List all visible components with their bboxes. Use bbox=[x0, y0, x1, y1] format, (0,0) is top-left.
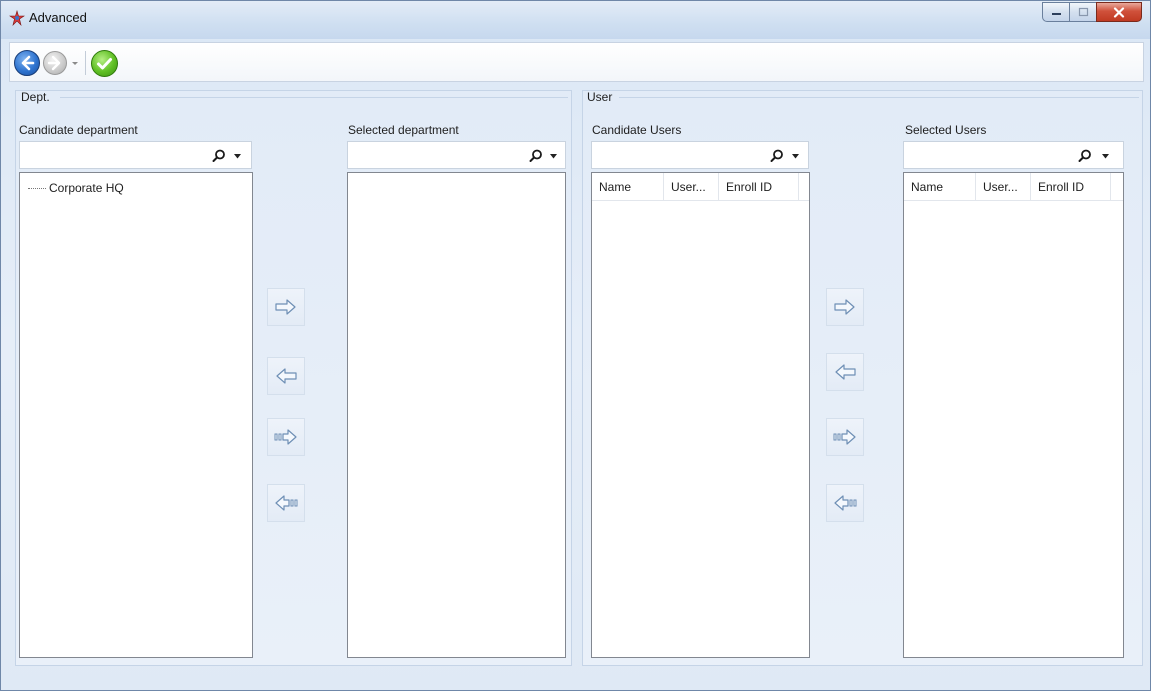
user-group-title: User bbox=[587, 90, 613, 104]
user-group: User Candidate Users Name User... Enroll… bbox=[582, 90, 1143, 666]
selected-department-search bbox=[347, 141, 566, 169]
double-arrow-left-icon bbox=[275, 495, 298, 511]
move-all-left-button[interactable] bbox=[267, 484, 305, 522]
title-bar[interactable]: Advanced bbox=[1, 1, 1150, 39]
candidate-users-grid[interactable]: Name User... Enroll ID bbox=[591, 172, 810, 658]
search-icon[interactable] bbox=[528, 148, 544, 164]
chevron-down-icon[interactable] bbox=[792, 154, 799, 159]
move-left-button[interactable] bbox=[267, 357, 305, 395]
selected-users-label: Selected Users bbox=[905, 123, 987, 137]
candidate-department-search bbox=[19, 141, 252, 169]
toolbar-separator bbox=[85, 51, 86, 75]
chevron-down-icon[interactable] bbox=[234, 154, 241, 159]
maximize-button[interactable] bbox=[1069, 2, 1096, 22]
search-icon[interactable] bbox=[211, 148, 227, 164]
close-icon bbox=[1113, 6, 1125, 18]
candidate-department-label: Candidate department bbox=[19, 123, 138, 137]
column-header-enroll-id[interactable]: Enroll ID bbox=[719, 173, 799, 201]
selected-users-grid[interactable]: Name User... Enroll ID bbox=[903, 172, 1124, 658]
double-arrow-left-icon bbox=[834, 495, 857, 511]
dept-group-title: Dept. bbox=[21, 90, 50, 104]
group-divider bbox=[619, 97, 1139, 98]
move-left-button[interactable] bbox=[826, 353, 864, 391]
tree-item-corporate-hq[interactable]: Corporate HQ bbox=[28, 181, 124, 195]
column-header-name[interactable]: Name bbox=[904, 173, 976, 201]
candidate-users-search-input[interactable] bbox=[594, 144, 754, 166]
double-arrow-right-icon bbox=[833, 429, 856, 445]
forward-button[interactable] bbox=[43, 51, 67, 75]
history-dropdown-icon[interactable] bbox=[70, 56, 80, 70]
close-button[interactable] bbox=[1096, 2, 1142, 22]
move-all-left-button[interactable] bbox=[826, 484, 864, 522]
candidate-users-label: Candidate Users bbox=[592, 123, 682, 137]
column-header-user[interactable]: User... bbox=[664, 173, 719, 201]
move-right-button[interactable] bbox=[826, 288, 864, 326]
app-icon bbox=[9, 10, 25, 26]
candidate-department-search-input[interactable] bbox=[22, 144, 192, 166]
selected-users-grid-header: Name User... Enroll ID bbox=[904, 173, 1123, 201]
move-all-right-button[interactable] bbox=[267, 418, 305, 456]
chevron-down-icon[interactable] bbox=[1102, 154, 1109, 159]
search-icon[interactable] bbox=[1077, 148, 1093, 164]
tree-connector bbox=[28, 187, 46, 189]
column-header-enroll-id[interactable]: Enroll ID bbox=[1031, 173, 1111, 201]
window-controls bbox=[1042, 2, 1142, 22]
arrow-left-icon bbox=[835, 364, 856, 380]
candidate-department-tree[interactable]: Corporate HQ bbox=[19, 172, 253, 658]
selected-department-list[interactable] bbox=[347, 172, 566, 658]
forward-arrow-icon bbox=[47, 55, 61, 71]
chevron-down-icon[interactable] bbox=[550, 154, 557, 159]
candidate-users-grid-header: Name User... Enroll ID bbox=[592, 173, 809, 201]
back-arrow-icon bbox=[21, 55, 35, 71]
selected-users-search-input[interactable] bbox=[906, 144, 1066, 166]
candidate-users-search bbox=[591, 141, 809, 169]
selected-department-label: Selected department bbox=[348, 123, 459, 137]
maximize-icon bbox=[1078, 7, 1088, 17]
minimize-icon bbox=[1051, 13, 1061, 15]
group-divider bbox=[60, 97, 568, 98]
back-button[interactable] bbox=[14, 50, 40, 76]
checkmark-icon bbox=[97, 58, 112, 70]
arrow-right-icon bbox=[834, 299, 855, 315]
move-right-button[interactable] bbox=[267, 288, 305, 326]
confirm-button[interactable] bbox=[91, 50, 118, 77]
selected-users-search bbox=[903, 141, 1124, 169]
column-header-user[interactable]: User... bbox=[976, 173, 1031, 201]
advanced-window: Advanced Dept. Candidate department Corp… bbox=[0, 0, 1151, 691]
arrow-right-icon bbox=[275, 299, 296, 315]
column-header-name[interactable]: Name bbox=[592, 173, 664, 201]
window-title: Advanced bbox=[29, 10, 87, 25]
arrow-left-icon bbox=[276, 368, 297, 384]
move-all-right-button[interactable] bbox=[826, 418, 864, 456]
tree-item-label: Corporate HQ bbox=[49, 181, 124, 195]
search-icon[interactable] bbox=[769, 148, 785, 164]
selected-department-search-input[interactable] bbox=[350, 144, 510, 166]
double-arrow-right-icon bbox=[274, 429, 297, 445]
minimize-button[interactable] bbox=[1042, 2, 1069, 22]
toolbar bbox=[9, 42, 1144, 82]
dept-group: Dept. Candidate department Corporate HQ bbox=[15, 90, 572, 666]
